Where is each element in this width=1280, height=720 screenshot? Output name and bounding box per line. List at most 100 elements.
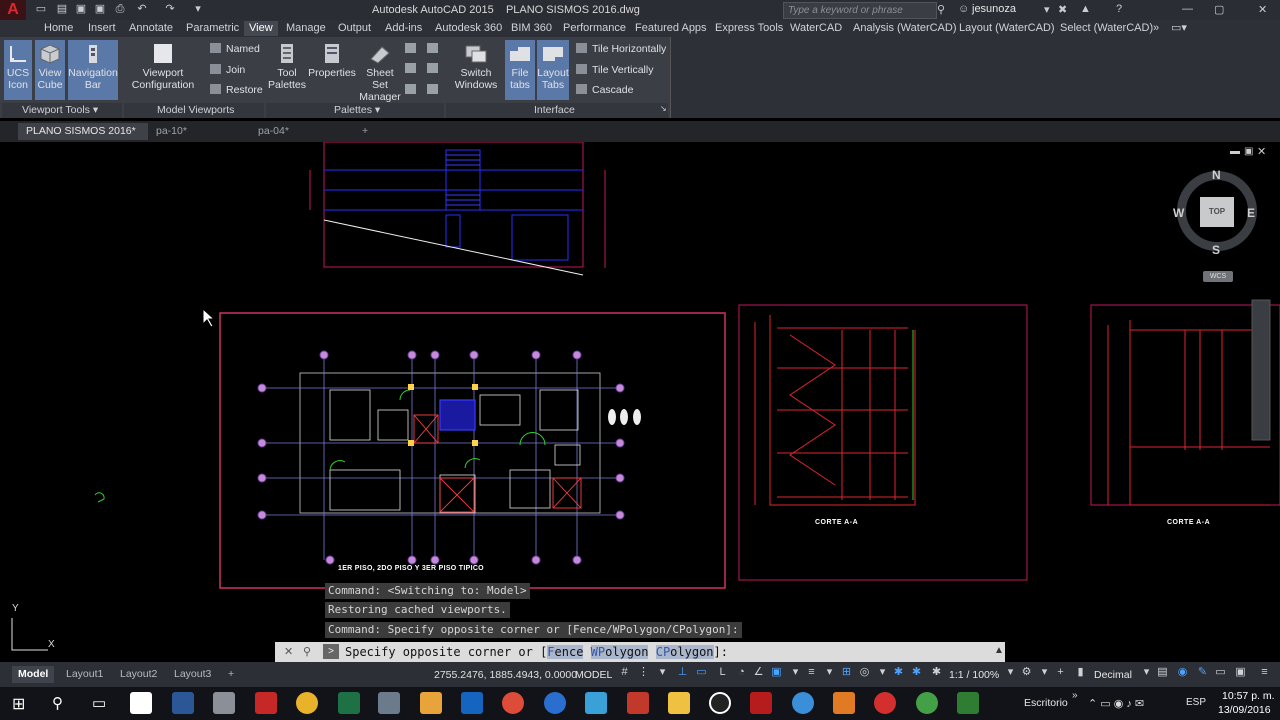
minimize-window-icon[interactable]: —: [1182, 3, 1193, 15]
app-icon-21[interactable]: [957, 692, 979, 714]
save-icon[interactable]: ▣: [74, 3, 88, 16]
view-cube-button[interactable]: View Cube: [35, 40, 65, 100]
keyword-fence[interactable]: Fence: [547, 645, 584, 659]
object-snap-dropdown-icon[interactable]: ▾: [789, 666, 802, 679]
fullscreen-icon[interactable]: ▣: [1234, 666, 1247, 679]
app-icon-17[interactable]: [792, 692, 814, 714]
excel-app-icon[interactable]: [338, 692, 360, 714]
3d-osnap-dropdown-icon[interactable]: ▾: [876, 666, 889, 679]
command-input[interactable]: Specify opposite corner or [Fence WPolyg…: [345, 645, 728, 659]
workspace-dropdown-icon[interactable]: ▾: [1038, 666, 1051, 679]
app-icon-5[interactable]: [296, 692, 318, 714]
app-icon-4[interactable]: [255, 692, 277, 714]
selection-cycling-icon[interactable]: ⊞: [840, 666, 853, 679]
palette-small-icon-4[interactable]: [427, 63, 438, 73]
tab-layout-watercad[interactable]: Layout (WaterCAD): [959, 21, 1055, 36]
isolate-objects-icon[interactable]: ◉: [1176, 666, 1189, 679]
grid-icon[interactable]: #: [618, 666, 631, 679]
annotation-scale[interactable]: 1:1 / 100%: [949, 669, 999, 681]
cursor-coordinates[interactable]: 2755.2476, 1885.4943, 0.0000: [434, 669, 577, 681]
tab-output[interactable]: Output: [338, 21, 371, 36]
plus-icon[interactable]: +: [1054, 666, 1067, 679]
tile-vertically-button[interactable]: Tile Vertically: [576, 64, 653, 76]
tray-icons[interactable]: ⌃ ▭ ◉ ♪ ✉: [1088, 697, 1144, 710]
infer-constraints-icon[interactable]: ⊥: [676, 666, 689, 679]
keyword-wpolygon[interactable]: WPolygon: [590, 645, 649, 659]
viewcube-top-face[interactable]: TOP: [1200, 197, 1234, 227]
app-icon-20[interactable]: [916, 692, 938, 714]
app-icon-9[interactable]: [461, 692, 483, 714]
tab-home[interactable]: Home: [44, 21, 73, 36]
compass-east[interactable]: E: [1247, 206, 1255, 220]
toolbar-expand-icon[interactable]: »: [1072, 690, 1078, 701]
layout-tab-layout3[interactable]: Layout3: [168, 666, 217, 683]
command-history-toggle-icon[interactable]: ▲: [994, 645, 1004, 656]
polar-icon[interactable]: ◔: [735, 666, 748, 679]
store-app-icon[interactable]: [130, 692, 152, 714]
ribbon-toggle-icon[interactable]: ▭▾: [1171, 21, 1187, 36]
app-icon-15[interactable]: [709, 692, 731, 714]
viewport-tools-label[interactable]: Viewport Tools ▾: [22, 104, 98, 116]
app-icon-18[interactable]: [833, 692, 855, 714]
task-view-icon[interactable]: ▭: [92, 694, 106, 712]
quick-properties-toggle-icon[interactable]: ▤: [1156, 666, 1169, 679]
clock-time[interactable]: 10:57 p. m.: [1222, 690, 1275, 702]
tab-performance[interactable]: Performance: [563, 21, 626, 36]
ortho-icon[interactable]: L: [716, 666, 729, 679]
quick-properties-icon[interactable]: ▮: [1074, 666, 1087, 679]
tab-annotate[interactable]: Annotate: [129, 21, 173, 36]
save-as-icon[interactable]: ▣: [93, 3, 107, 16]
autocad-taskbar-icon[interactable]: [750, 692, 772, 714]
viewport-close-icon[interactable]: ✕: [1257, 145, 1266, 158]
autocad-logo-icon[interactable]: A: [0, 0, 26, 20]
viewport-restore-icon[interactable]: ▣: [1244, 146, 1253, 157]
ucs-icon-button[interactable]: UCS Icon: [4, 40, 32, 100]
viewport-configuration-button[interactable]: Viewport Configuration: [130, 40, 196, 100]
desktop-toolbar-label[interactable]: Escritorio: [1024, 697, 1068, 709]
compass-north[interactable]: N: [1212, 168, 1221, 182]
3d-osnap-icon[interactable]: ◎: [858, 666, 871, 679]
clock-date[interactable]: 13/09/2016: [1218, 704, 1271, 716]
undo-icon[interactable]: ↶: [135, 3, 149, 16]
tool-palettes-button[interactable]: Tool Palettes: [268, 40, 306, 100]
annotation-scale-icon[interactable]: ✱: [930, 666, 943, 679]
navigation-bar-button[interactable]: Navigation Bar: [68, 40, 118, 100]
annotation-visibility-icon[interactable]: ✱: [892, 666, 905, 679]
qat-dropdown-icon[interactable]: ▾: [191, 3, 205, 16]
tab-watercad[interactable]: WaterCAD: [790, 21, 842, 36]
viewport-minimize-icon[interactable]: ▬: [1230, 146, 1240, 157]
redo-icon[interactable]: ↷: [163, 3, 177, 16]
cascade-button[interactable]: Cascade: [576, 84, 633, 96]
interface-dialog-launcher-icon[interactable]: ↘: [660, 104, 667, 113]
user-dropdown-icon[interactable]: ▾: [1044, 3, 1050, 16]
file-tab-pa-10[interactable]: pa-10*: [148, 123, 256, 140]
new-file-icon[interactable]: ▭: [34, 3, 48, 16]
properties-button[interactable]: Properties: [308, 40, 356, 100]
sheet-set-manager-button[interactable]: Sheet Set Manager: [357, 40, 403, 103]
new-file-tab-button[interactable]: +: [358, 123, 374, 140]
close-window-icon[interactable]: ✕: [1258, 3, 1267, 16]
autoscale-icon[interactable]: ✱: [910, 666, 923, 679]
tab-view[interactable]: View: [244, 21, 278, 36]
tab-add-ins[interactable]: Add-ins: [385, 21, 422, 36]
exchange-icon[interactable]: ✖: [1058, 3, 1067, 16]
dynamic-input-icon[interactable]: ▭: [695, 666, 708, 679]
snap-dropdown-icon[interactable]: ▾: [656, 666, 669, 679]
layout-tabs-button[interactable]: Layout Tabs: [537, 40, 569, 100]
command-close-icon[interactable]: ✕: [284, 645, 293, 658]
compass-south[interactable]: S: [1212, 243, 1220, 257]
file-explorer-icon[interactable]: [668, 692, 690, 714]
user-name[interactable]: jesunoza: [972, 3, 1016, 15]
windows-start-icon[interactable]: ⊞: [12, 694, 25, 714]
tab-bim-360[interactable]: BIM 360: [511, 21, 552, 36]
lineweight-icon[interactable]: ≡: [805, 666, 818, 679]
snap-icon[interactable]: ⋮: [637, 666, 650, 679]
command-customize-icon[interactable]: ⚲: [303, 645, 311, 658]
a360-icon[interactable]: ▲: [1080, 3, 1091, 15]
units-dropdown-icon[interactable]: ▾: [1140, 666, 1153, 679]
tab-parametric[interactable]: Parametric: [186, 21, 239, 36]
tab-express-tools[interactable]: Express Tools: [715, 21, 783, 36]
workspace-gear-icon[interactable]: ⚙: [1020, 666, 1033, 679]
wcs-menu[interactable]: WCS: [1203, 271, 1233, 282]
units-display[interactable]: Decimal: [1094, 669, 1132, 681]
